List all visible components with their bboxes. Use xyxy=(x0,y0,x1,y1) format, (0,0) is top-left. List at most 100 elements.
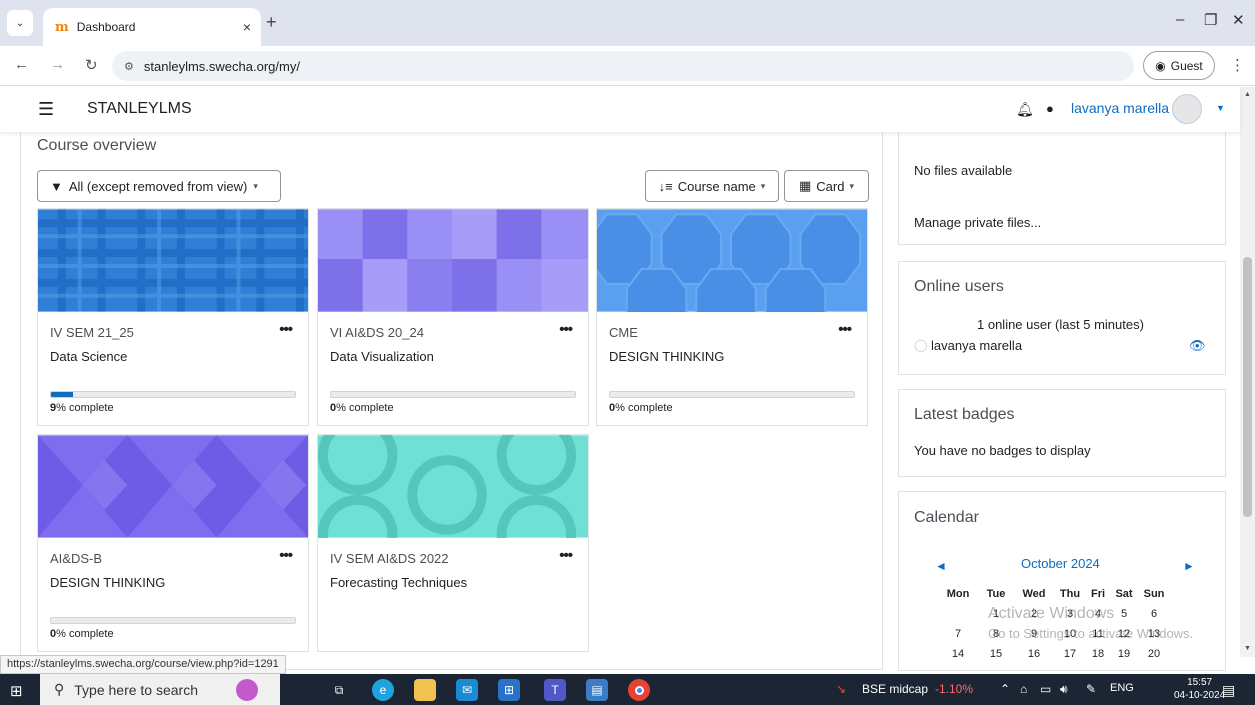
course-card[interactable]: IV SEM 21_25 ••• Data Science 9% complet… xyxy=(37,208,309,426)
course-name[interactable]: Forecasting Techniques xyxy=(330,575,467,590)
back-arrow-icon[interactable]: ← xyxy=(14,56,29,73)
browser-menu-icon[interactable]: ⋮ xyxy=(1230,56,1245,74)
manage-private-files-link[interactable]: Manage private files... xyxy=(914,215,1041,230)
calendar-day[interactable]: 19 xyxy=(1109,648,1139,660)
windows-start-icon[interactable]: ⊞ xyxy=(10,682,23,700)
course-category: IV SEM AI&DS 2022 xyxy=(330,551,449,566)
search-highlight-icon[interactable] xyxy=(236,679,258,701)
chevron-down-icon: ▾ xyxy=(849,180,854,191)
close-window-icon[interactable]: ✕ xyxy=(1232,11,1245,29)
course-actions-icon[interactable]: ••• xyxy=(559,547,573,564)
progress-text: 0% complete xyxy=(330,402,394,414)
course-actions-icon[interactable]: ••• xyxy=(559,321,573,338)
eye-icon[interactable]: 👁︎ xyxy=(1189,338,1206,354)
notifications-bell-icon[interactable]: 🔔︎ xyxy=(1016,101,1034,118)
course-card[interactable]: IV SEM AI&DS 2022 ••• Forecasting Techni… xyxy=(317,434,589,652)
page-scrollbar[interactable]: ▲ ▼ xyxy=(1240,87,1255,657)
progress-text: 9% complete xyxy=(50,402,114,414)
course-category: VI AI&DS 20_24 xyxy=(330,325,424,340)
latest-badges-block: Latest badges You have no badges to disp… xyxy=(898,389,1226,477)
notification-center-icon[interactable]: ▤ xyxy=(1222,682,1235,699)
site-brand[interactable]: STANLEYLMS xyxy=(87,100,192,118)
next-month-icon[interactable]: ► xyxy=(1183,559,1195,573)
course-name[interactable]: Data Visualization xyxy=(330,349,434,364)
app-icon[interactable]: ▤ xyxy=(586,679,608,701)
stock-name[interactable]: BSE midcap xyxy=(862,682,928,696)
course-actions-icon[interactable]: ••• xyxy=(838,321,852,338)
progress-bar xyxy=(609,391,855,398)
task-view-icon[interactable]: ⧉ xyxy=(328,679,350,701)
calendar-month[interactable]: October 2024 xyxy=(1021,556,1100,571)
display-icon[interactable]: ▭ xyxy=(1040,682,1051,696)
calendar-day[interactable]: 14 xyxy=(939,648,977,660)
calendar-day[interactable]: 20 xyxy=(1139,648,1169,660)
course-image[interactable] xyxy=(597,209,867,312)
tray-chevron-icon[interactable]: ⌃ xyxy=(1000,682,1010,696)
progress-text: 0% complete xyxy=(609,402,673,414)
scroll-up-icon[interactable]: ▲ xyxy=(1244,91,1251,98)
course-image[interactable] xyxy=(38,435,308,538)
online-user-link[interactable]: lavanya marella xyxy=(931,338,1022,353)
calendar-day[interactable]: 16 xyxy=(1015,648,1053,660)
tab-search-chevron-icon[interactable]: ⌄ xyxy=(7,10,33,36)
store-icon[interactable]: ⊞ xyxy=(498,679,520,701)
scroll-down-icon[interactable]: ▼ xyxy=(1244,645,1251,652)
course-card[interactable]: VI AI&DS 20_24 ••• Data Visualization 0%… xyxy=(317,208,589,426)
course-name[interactable]: DESIGN THINKING xyxy=(50,575,165,590)
online-users-summary: 1 online user (last 5 minutes) xyxy=(977,317,1144,332)
messages-icon[interactable]: ● xyxy=(1046,101,1054,116)
network-icon[interactable]: ⌂ xyxy=(1020,682,1027,696)
user-menu-caret-icon[interactable]: ▼ xyxy=(1216,103,1225,113)
tab-close-icon[interactable]: × xyxy=(243,19,251,35)
calendar-day[interactable]: 7 xyxy=(939,628,977,640)
hamburger-menu-icon[interactable]: ☰ xyxy=(38,99,54,120)
course-image[interactable] xyxy=(38,209,308,312)
taskbar-search-placeholder: Type here to search xyxy=(74,681,199,698)
course-card[interactable]: AI&DS-B ••• DESIGN THINKING 0% complete xyxy=(37,434,309,652)
pen-icon[interactable]: ✎ xyxy=(1086,682,1096,696)
view-label: Card xyxy=(816,178,845,194)
calendar-day[interactable]: 17 xyxy=(1053,648,1087,660)
mail-icon[interactable]: ✉ xyxy=(456,679,478,701)
volume-icon[interactable]: 🔊︎ xyxy=(1060,682,1068,697)
chrome-icon[interactable] xyxy=(628,679,650,701)
calendar-day[interactable]: 18 xyxy=(1087,648,1109,660)
course-view-dropdown[interactable]: ▦ Card ▾ xyxy=(784,170,869,202)
course-filter-dropdown[interactable]: ▼ All (except removed from view) ▾ xyxy=(37,170,281,202)
calendar-day[interactable]: 15 xyxy=(977,648,1015,660)
course-name[interactable]: DESIGN THINKING xyxy=(609,349,724,364)
profile-button[interactable]: ◉ Guest xyxy=(1143,51,1215,80)
watermark-line2: Go to Settings to activate Windows. xyxy=(988,626,1194,641)
course-name[interactable]: Data Science xyxy=(50,349,127,364)
course-actions-icon[interactable]: ••• xyxy=(279,547,293,564)
site-info-icon[interactable]: ⚙ xyxy=(124,60,134,73)
course-card[interactable]: CME ••• DESIGN THINKING 0% complete xyxy=(596,208,868,426)
course-image[interactable] xyxy=(318,209,588,312)
grid-view-icon: ▦ xyxy=(798,178,812,193)
user-menu-name[interactable]: lavanya marella xyxy=(1071,100,1169,116)
restore-icon[interactable]: ❐ xyxy=(1204,11,1217,29)
edge-icon[interactable]: e xyxy=(372,679,394,701)
scrollbar-thumb[interactable] xyxy=(1243,257,1252,517)
weekday-label: Sat xyxy=(1115,588,1133,600)
forward-arrow-icon[interactable]: → xyxy=(50,56,65,73)
status-bar-url: https://stanleylms.swecha.org/course/vie… xyxy=(0,655,286,674)
address-bar[interactable]: ⚙ stanleylms.swecha.org/my/ xyxy=(112,51,1134,81)
language-indicator[interactable]: ENG xyxy=(1110,682,1134,694)
minimize-icon[interactable]: – xyxy=(1176,11,1184,28)
course-sort-dropdown[interactable]: ↓≡ Course name ▾ xyxy=(645,170,779,202)
teams-icon[interactable]: T xyxy=(544,679,566,701)
watermark-line1: Activate Windows xyxy=(988,605,1115,622)
course-image[interactable] xyxy=(318,435,588,538)
filter-label: All (except removed from view) xyxy=(68,178,248,194)
latest-badges-title: Latest badges xyxy=(914,406,1015,423)
reload-icon[interactable]: ↻ xyxy=(85,56,98,74)
course-overview-title: Course overview xyxy=(37,137,157,154)
prev-month-icon[interactable]: ◄ xyxy=(935,559,947,573)
file-explorer-icon[interactable] xyxy=(414,679,436,701)
tab-dashboard[interactable]: m Dashboard × xyxy=(43,8,261,46)
system-clock[interactable]: 15:57 04-10-2024 xyxy=(1174,676,1225,702)
course-actions-icon[interactable]: ••• xyxy=(279,321,293,338)
avatar[interactable] xyxy=(1172,94,1202,124)
new-tab-button[interactable]: + xyxy=(266,12,277,33)
